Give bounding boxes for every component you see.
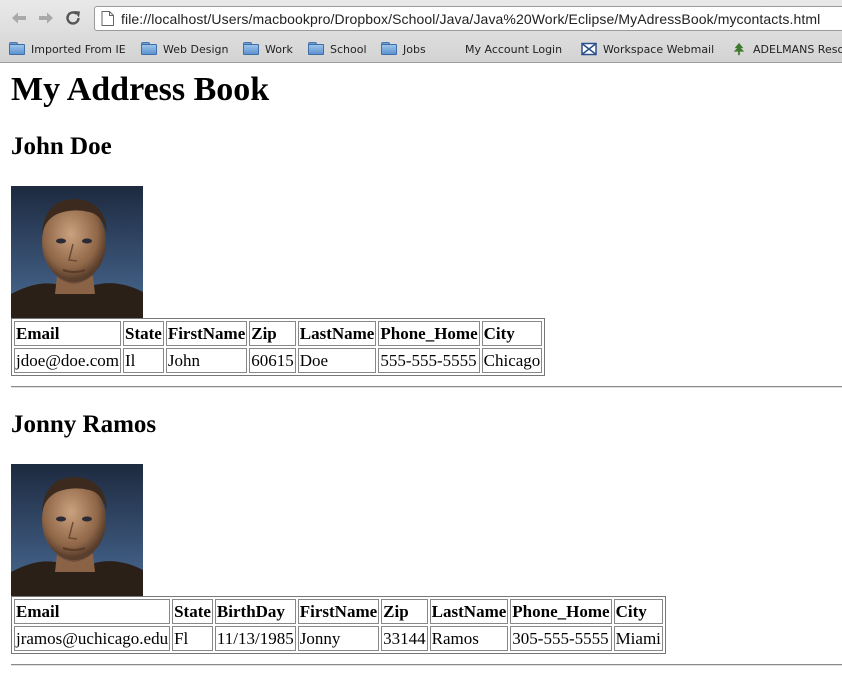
portrait-photo [11,464,143,596]
column-header: LastName [429,599,509,624]
bookmark-imported-from-ie[interactable]: Imported From IE [9,41,126,57]
table-row: jdoe@doe.com Il John 60615 Doe 555-555-5… [14,348,543,373]
table-cell: 555-555-5555 [378,348,480,373]
contact-name: John Doe [11,133,112,160]
bookmark-school[interactable]: School [308,41,367,57]
table-cell: 305-555-5555 [510,626,612,651]
portrait-photo [11,186,143,318]
contact-card: John Doe Email State FirstName Zip LastN… [11,132,546,376]
column-header: Email [14,321,121,346]
contact-table: Email State FirstName Zip LastName Phone… [11,318,546,376]
url-text: file://localhost/Users/macbookpro/Dropbo… [121,11,821,27]
bookmark-label: My Account Login [465,42,563,56]
bookmark-label: Workspace Webmail [603,42,715,56]
browser-chrome: file://localhost/Users/macbookpro/Dropbo… [0,0,842,63]
bookmark-label: Jobs [403,42,426,56]
bookmark-my-account-login[interactable]: My Account Login [465,41,562,57]
divider [11,386,842,388]
back-arrow-icon [12,12,26,24]
table-cell: Fl [172,626,213,651]
table-cell: 33144 [381,626,428,651]
table-header-row: Email State FirstName Zip LastName Phone… [14,321,543,346]
table-cell: jdoe@doe.com [14,348,121,373]
table-cell: Chicago [481,348,543,373]
column-header: Phone_Home [510,599,612,624]
contact-card: Jonny Ramos Email State BirthDay FirstNa… [11,410,666,654]
reload-icon [66,11,80,25]
bookmark-label: ADELMANS Reso [753,42,842,56]
table-cell: John [165,348,248,373]
contact-table: Email State BirthDay FirstName Zip LastN… [11,596,666,654]
column-header: FirstName [165,321,248,346]
folder-icon [381,42,397,56]
table-cell: 11/13/1985 [214,626,296,651]
column-header: Phone_Home [378,321,480,346]
bookmark-work[interactable]: Work [243,41,293,57]
bookmarks-bar: Imported From IE Web Design Work School … [0,38,842,60]
page-icon [101,11,114,26]
bookmark-label: Work [265,42,293,56]
column-header: State [123,321,164,346]
address-bar[interactable]: file://localhost/Users/macbookpro/Dropbo… [94,6,842,31]
folder-icon [9,42,25,56]
table-cell: Ramos [429,626,509,651]
contact-name: Jonny Ramos [11,411,157,438]
page-title: My Address Book [11,71,270,108]
page-content: My Address Book John Doe Email State Fir… [0,63,842,698]
forward-button[interactable] [37,9,55,27]
column-header: BirthDay [214,599,296,624]
bookmark-jobs[interactable]: Jobs [381,41,426,57]
browser-toolbar: file://localhost/Users/macbookpro/Dropbo… [0,0,842,36]
table-cell: Il [123,348,164,373]
table-cell: Doe [297,348,377,373]
folder-icon [141,42,157,56]
column-header: Email [14,599,171,624]
table-header-row: Email State BirthDay FirstName Zip LastN… [14,599,663,624]
column-header: City [481,321,543,346]
column-header: Zip [249,321,296,346]
bookmark-label: School [330,42,367,56]
table-cell: jramos@uchicago.edu [14,626,171,651]
tree-icon [733,42,745,56]
bookmark-web-design[interactable]: Web Design [141,41,228,57]
column-header: Zip [381,599,428,624]
column-header: State [172,599,213,624]
column-header: FirstName [297,599,380,624]
column-header: City [613,599,663,624]
folder-icon [243,42,259,56]
table-cell: Miami [613,626,663,651]
folder-icon [308,42,324,56]
column-header: LastName [297,321,377,346]
back-button[interactable] [10,9,28,27]
forward-arrow-icon [39,12,53,24]
bookmark-adelmans[interactable]: ADELMANS Reso [731,41,842,57]
bookmark-workspace-webmail[interactable]: Workspace Webmail [581,41,714,57]
table-row: jramos@uchicago.edu Fl 11/13/1985 Jonny … [14,626,663,651]
divider [11,664,842,666]
bookmark-label: Web Design [163,42,229,56]
table-cell: 60615 [249,348,296,373]
table-cell: Jonny [297,626,380,651]
reload-button[interactable] [64,9,82,27]
mail-icon [581,42,597,56]
bookmark-label: Imported From IE [31,42,126,56]
